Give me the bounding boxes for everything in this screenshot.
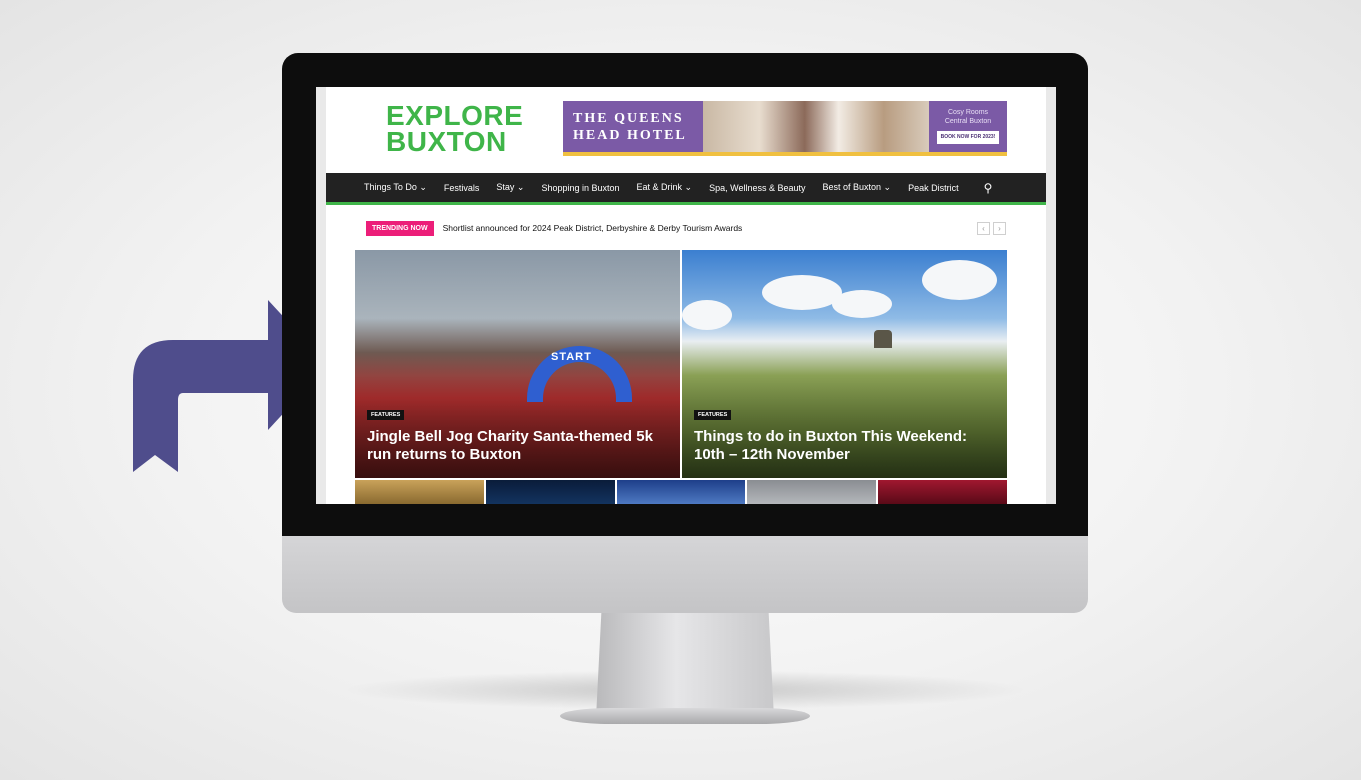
webpage: EXPLORE BUXTON THE QUEENS HEAD HOTEL Cos… xyxy=(326,87,1046,504)
nav-item-best-of[interactable]: Best of Buxton ⌄ xyxy=(823,182,892,193)
monitor-stand xyxy=(596,613,774,718)
ad-hotel-photo xyxy=(703,101,929,152)
cloud-image xyxy=(682,300,732,330)
thumbnail[interactable] xyxy=(878,480,1007,504)
ad-side-panel: Cosy Rooms Central Buxton BOOK NOW FOR 2… xyxy=(929,101,1007,152)
tower-image xyxy=(874,330,892,348)
nav-item-spa[interactable]: Spa, Wellness & Beauty xyxy=(709,183,805,193)
trending-badge: TRENDING NOW xyxy=(366,220,434,236)
nav-item-shopping[interactable]: Shopping in Buxton xyxy=(541,183,619,193)
site-logo[interactable]: EXPLORE BUXTON xyxy=(386,102,523,157)
search-icon[interactable]: ⚲ xyxy=(984,181,993,195)
ad-title: THE QUEENS HEAD HOTEL xyxy=(573,111,687,143)
category-badge[interactable]: FEATURES xyxy=(367,410,405,420)
nav-item-stay[interactable]: Stay ⌄ xyxy=(496,182,524,193)
chevron-left-icon[interactable]: ‹ xyxy=(977,221,990,235)
ad-tagline-1: Cosy Rooms xyxy=(947,109,989,116)
nav-item-eat-drink[interactable]: Eat & Drink ⌄ xyxy=(637,182,693,193)
featured-card-santa-run[interactable]: START FEATURES Jingle Bell Jog Charity S… xyxy=(355,250,680,478)
featured-title[interactable]: Jingle Bell Jog Charity Santa-themed 5k … xyxy=(367,428,662,464)
ad-banner[interactable]: THE QUEENS HEAD HOTEL Cosy Rooms Central… xyxy=(563,101,1007,156)
ad-book-button[interactable]: BOOK NOW FOR 2023! xyxy=(936,131,1000,144)
nav-item-festivals[interactable]: Festivals xyxy=(444,183,480,193)
cloud-image xyxy=(922,260,997,300)
featured-card-weekend[interactable]: FEATURES Things to do in Buxton This Wee… xyxy=(682,250,1007,478)
nav-item-peak-district[interactable]: Peak District xyxy=(908,183,959,193)
cloud-image xyxy=(762,275,842,310)
ad-tagline-2: Central Buxton xyxy=(944,118,992,125)
start-arch-text: START xyxy=(551,351,592,363)
thumbnail-strip xyxy=(355,480,1007,504)
thumbnail[interactable] xyxy=(355,480,484,504)
category-badge[interactable]: FEATURES xyxy=(694,410,732,420)
cloud-image xyxy=(832,290,892,318)
trending-headline[interactable]: Shortlist announced for 2024 Peak Distri… xyxy=(443,223,974,233)
featured-title[interactable]: Things to do in Buxton This Weekend: 10t… xyxy=(694,428,989,464)
thumbnail[interactable] xyxy=(485,480,615,504)
monitor-stand-base xyxy=(560,708,810,724)
thumbnail[interactable] xyxy=(616,480,746,504)
thumbnail[interactable] xyxy=(747,480,877,504)
main-nav: Things To Do ⌄ Festivals Stay ⌄ Shopping… xyxy=(326,173,1046,205)
chevron-right-icon[interactable]: › xyxy=(993,221,1006,235)
nav-item-things-to-do[interactable]: Things To Do ⌄ xyxy=(364,182,427,193)
monitor-chin xyxy=(282,536,1088,613)
logo-line-2: BUXTON xyxy=(386,126,507,157)
monitor-screen: EXPLORE BUXTON THE QUEENS HEAD HOTEL Cos… xyxy=(316,87,1056,504)
trending-bar: TRENDING NOW Shortlist announced for 202… xyxy=(366,220,1006,236)
